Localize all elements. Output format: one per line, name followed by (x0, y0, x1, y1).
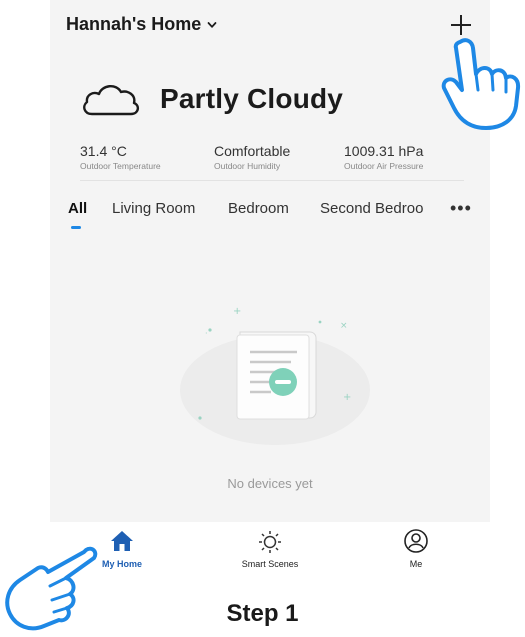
tab-bedroom[interactable]: Bedroom (228, 200, 289, 217)
stat-pressure: 1009.31 hPa Outdoor Air Pressure (330, 143, 460, 171)
svg-text:+: + (343, 392, 351, 403)
svg-text:×: × (340, 321, 348, 331)
bottom-tab-bar: My Home Smart Scenes Me (50, 522, 490, 590)
active-tab-indicator (71, 226, 81, 229)
tab-me[interactable]: Me (366, 528, 466, 569)
more-tabs-button[interactable]: ••• (450, 198, 472, 219)
room-tabs: All Living Room Bedroom Second Bedroo (68, 200, 478, 240)
stat-value: 1009.31 hPa (344, 143, 424, 159)
user-icon (404, 529, 428, 553)
home-selector[interactable]: Hannah's Home (66, 14, 217, 35)
tab-label: Smart Scenes (241, 559, 299, 569)
tab-second-bedroom[interactable]: Second Bedroo (320, 200, 444, 217)
tab-living-room[interactable]: Living Room (112, 200, 195, 217)
svg-text:·: · (205, 329, 208, 338)
stat-label: Outdoor Humidity (214, 161, 281, 171)
step-caption: Step 1 (226, 600, 299, 627)
empty-devices-illustration: + × + · (180, 306, 370, 445)
stat-value: Comfortable (214, 143, 291, 159)
add-device-button[interactable] (448, 12, 474, 38)
weather-summary: Partly Cloudy (80, 80, 343, 118)
tab-label: Me (409, 559, 423, 569)
home-icon (111, 531, 133, 551)
sun-icon (259, 531, 281, 553)
tab-smart-scenes[interactable]: Smart Scenes (220, 528, 320, 569)
cloud-icon (83, 85, 139, 116)
home-name: Hannah's Home (66, 14, 202, 34)
weather-stats: 31.4 °C Outdoor Temperature Comfortable … (80, 143, 460, 171)
chevron-down-icon (207, 21, 217, 28)
stat-temperature: 31.4 °C Outdoor Temperature (80, 143, 196, 171)
svg-text:+: + (233, 306, 241, 317)
tab-all[interactable]: All (68, 200, 87, 217)
empty-state-message: No devices yet (227, 476, 313, 491)
stat-label: Outdoor Temperature (80, 161, 161, 171)
stat-label: Outdoor Air Pressure (344, 161, 424, 171)
pointing-hand-icon (441, 38, 521, 130)
weather-condition: Partly Cloudy (160, 83, 344, 114)
stat-value: 31.4 °C (80, 143, 127, 159)
stat-humidity: Comfortable Outdoor Humidity (196, 143, 330, 171)
divider (80, 180, 464, 181)
app-screen: Hannah's Home Partly Cloudy 31.4 °C Outd… (50, 0, 490, 590)
